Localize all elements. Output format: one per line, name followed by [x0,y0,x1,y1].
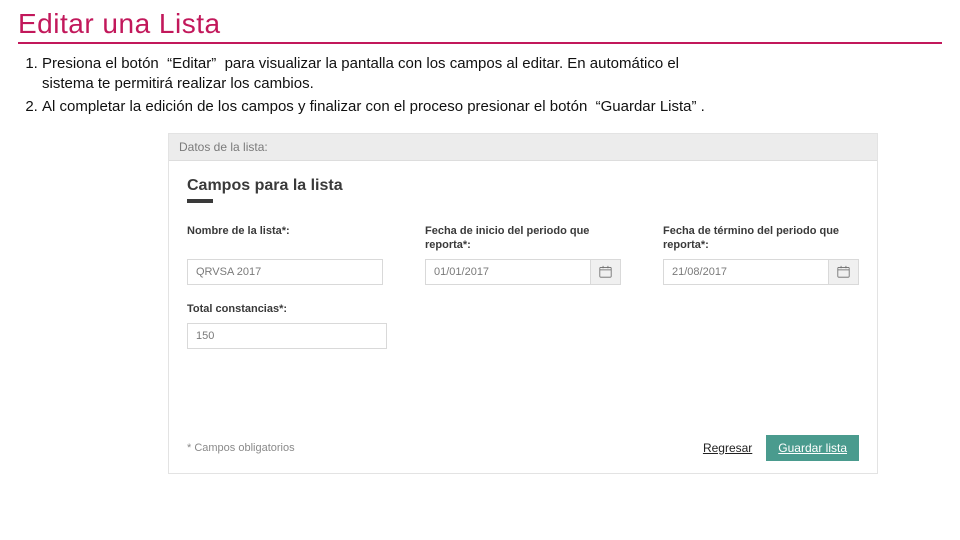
calendar-icon[interactable] [828,260,858,284]
form-panel: Datos de la lista: Campos para la lista … [168,133,878,474]
label-end-date: Fecha de término del periodo que reporta… [663,225,859,253]
step-2: Al completar la edición de los campos y … [42,97,942,117]
label-start-date: Fecha de inicio del periodo que reporta*… [425,225,621,253]
section-divider [187,199,213,203]
label-name: Nombre de la lista*: [187,225,383,253]
back-link[interactable]: Regresar [703,441,752,455]
required-note: * Campos obligatorios [187,442,295,454]
step-1-line1: Presiona el botón “Editar” para visualiz… [42,55,679,72]
section-title: Campos para la lista [187,177,859,195]
instructions: Presiona el botón “Editar” para visualiz… [18,54,942,117]
calendar-icon[interactable] [590,260,620,284]
save-button[interactable]: Guardar lista [766,435,859,461]
step-1-line2: sistema te permitirá realizar los cambio… [42,74,942,94]
input-end-date[interactable] [664,266,828,278]
step-1: Presiona el botón “Editar” para visualiz… [42,54,942,95]
field-start-date: Fecha de inicio del periodo que reporta*… [425,225,621,285]
field-name: Nombre de la lista*: [187,225,383,285]
field-total: Total constancias*: [187,303,387,349]
label-total: Total constancias*: [187,303,387,317]
page-title: Editar una Lista [18,8,942,44]
panel-header: Datos de la lista: [169,134,877,161]
field-end-date: Fecha de término del periodo que reporta… [663,225,859,285]
input-total[interactable] [188,330,386,342]
input-name[interactable] [188,266,382,278]
input-start-date[interactable] [426,266,590,278]
